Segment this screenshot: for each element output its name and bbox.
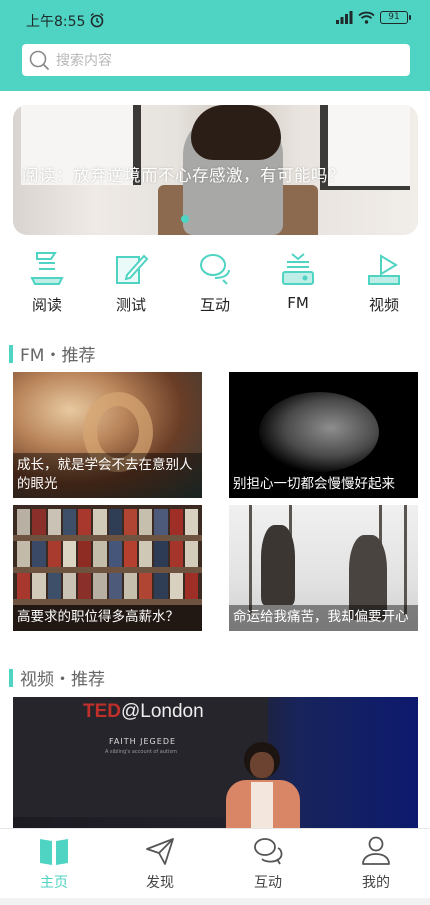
nav-label-test: 测试	[115, 296, 146, 314]
signal-icon	[336, 11, 353, 24]
wifi-icon	[358, 11, 375, 24]
video-section-header: 视频・推荐	[9, 665, 105, 690]
tab-mine[interactable]: 我的	[336, 835, 416, 892]
search-input[interactable]: 搜索内容	[22, 44, 410, 76]
nav-label-interact: 互动	[199, 296, 230, 314]
video-icon	[368, 254, 400, 285]
banner-title: 阅读：放弃逆境而不心存感激，有可能吗？	[22, 166, 345, 185]
nav-item-interact[interactable]: 互动	[180, 250, 250, 315]
tab-label-interact: 互动	[254, 875, 282, 891]
video-card[interactable]: TED@London FAITH JEGEDE A sibling's acco…	[13, 697, 418, 828]
nav-item-video[interactable]: 视频	[349, 250, 419, 315]
test-icon	[116, 254, 149, 284]
fm-card-caption: 高要求的职位得多高薪水？	[13, 605, 202, 631]
alarm-icon	[90, 12, 104, 28]
section-accent-bar	[9, 344, 13, 363]
top-header: 上午8:55 91 搜索内容	[0, 0, 430, 91]
nav-label-video: 视频	[368, 296, 399, 314]
fm-card-caption: 别担心一切都会慢慢好起来	[229, 472, 418, 498]
nav-item-test[interactable]: 测试	[96, 250, 166, 315]
fm-card-caption: 命运给我痛苦，我却偏要开心	[229, 605, 418, 631]
tab-label-mine: 我的	[362, 875, 390, 891]
reading-icon	[30, 252, 64, 285]
battery-indicator: 91	[380, 11, 411, 24]
talk-subtitle: A sibling's account of autism	[105, 749, 177, 755]
speaker-name: FAITH JEGEDE	[109, 737, 177, 746]
speaker-figure	[218, 742, 303, 828]
status-bar: 上午8:55 91	[0, 0, 430, 40]
fm-card[interactable]: 成长，就是学会不去在意别人的眼光	[13, 372, 202, 498]
tab-discover[interactable]: 发现	[120, 835, 200, 892]
ted-logo: TED@London	[83, 701, 204, 722]
nav-item-reading[interactable]: 阅读	[12, 250, 82, 315]
tab-interact[interactable]: 互动	[228, 835, 308, 892]
banner-carousel[interactable]: 阅读：放弃逆境而不心存感激，有可能吗？	[13, 105, 418, 235]
bottom-safe-area	[0, 898, 430, 905]
nav-item-fm[interactable]: FM	[263, 250, 333, 312]
nav-label-reading: 阅读	[31, 296, 62, 314]
nav-label-fm: FM	[287, 294, 309, 312]
chat-bubbles-icon	[254, 838, 283, 865]
fm-card[interactable]: 别担心一切都会慢慢好起来	[229, 372, 418, 498]
status-time: 上午8:55	[26, 14, 86, 30]
tab-label-discover: 发现	[146, 875, 174, 891]
fm-card[interactable]: 命运给我痛苦，我却偏要开心	[229, 505, 418, 631]
section-accent-bar	[9, 668, 13, 687]
user-icon	[362, 836, 390, 865]
radio-icon	[282, 253, 314, 285]
carousel-indicator	[181, 215, 189, 223]
send-icon	[146, 838, 174, 865]
tab-home[interactable]: 主页	[14, 835, 94, 892]
book-icon	[40, 839, 68, 865]
fm-card[interactable]: 高要求的职位得多高薪水？	[13, 505, 202, 631]
bottom-tab-bar: 主页 发现 互动 我的	[0, 828, 430, 898]
tab-label-home: 主页	[40, 875, 68, 891]
category-nav: 阅读 测试 互动 FM 视频	[0, 250, 430, 320]
fm-section-header: FM・推荐	[9, 341, 95, 366]
video-section-title: 视频・推荐	[20, 670, 105, 690]
fm-card-caption: 成长，就是学会不去在意别人的眼光	[13, 453, 202, 498]
chat-icon	[200, 254, 230, 285]
status-indicators: 91	[335, 11, 411, 24]
fm-section-title: FM・推荐	[20, 346, 96, 366]
search-placeholder: 搜索内容	[56, 53, 112, 69]
search-icon	[29, 50, 49, 70]
